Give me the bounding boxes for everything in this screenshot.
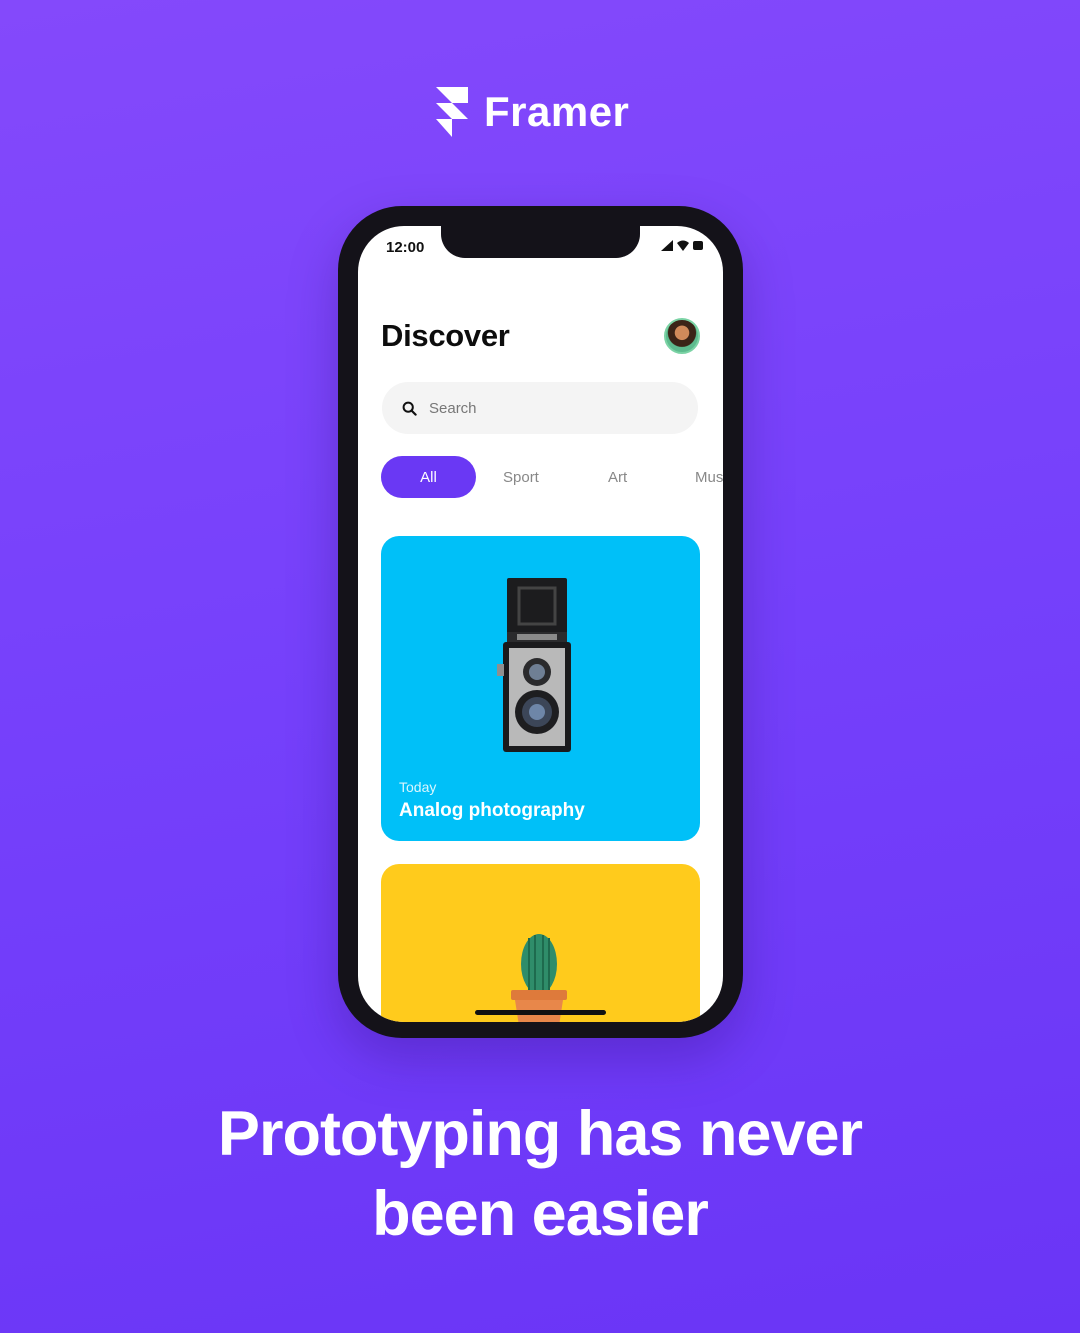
battery-icon — [693, 241, 703, 250]
home-indicator — [475, 1010, 606, 1015]
category-tab-sport[interactable]: Sport — [503, 469, 539, 486]
phone-mockup: 12:00 Discover Search All Sport Art Mus — [338, 206, 743, 1038]
framer-logo-icon — [436, 87, 468, 137]
wifi-icon — [677, 240, 689, 251]
search-icon — [402, 401, 417, 416]
page-title: Discover — [381, 318, 510, 353]
brand-name: Framer — [484, 88, 630, 135]
headline: Prototyping has never been easier — [0, 1094, 1080, 1254]
card-title: Analog photography — [399, 800, 585, 821]
category-tab-label: All — [420, 468, 437, 486]
search-placeholder: Search — [429, 399, 477, 417]
status-time: 12:00 — [386, 239, 425, 256]
feature-card-analog-photography[interactable]: Today Analog photography — [381, 536, 700, 841]
category-tab-art[interactable]: Art — [608, 469, 627, 486]
cellular-signal-icon — [661, 240, 673, 251]
camera-image — [497, 578, 571, 752]
brand: Framer — [434, 84, 629, 140]
category-tab-all[interactable]: All — [381, 456, 476, 498]
search-input[interactable]: Search — [382, 382, 698, 434]
feature-card-cactus[interactable] — [381, 864, 700, 1022]
phone-screen: 12:00 Discover Search All Sport Art Mus — [358, 226, 723, 1022]
cactus-image — [511, 934, 567, 1022]
card-kicker: Today — [399, 779, 437, 795]
status-icons — [661, 240, 703, 251]
headline-line-1: Prototyping has never — [217, 1099, 863, 1169]
category-tab-music[interactable]: Mus — [695, 469, 723, 486]
phone-notch — [441, 226, 640, 258]
headline-line-2: been easier — [372, 1179, 709, 1249]
avatar[interactable] — [664, 318, 700, 354]
